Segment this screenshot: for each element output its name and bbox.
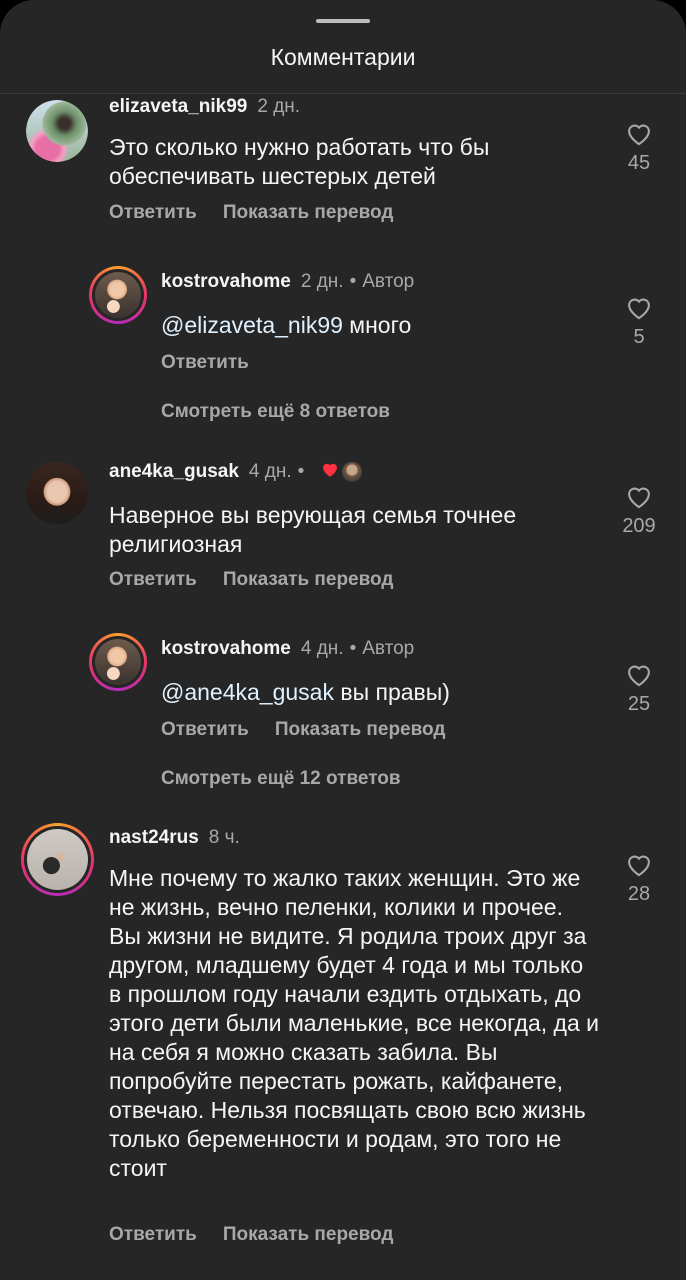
like-button[interactable]: 5 [619, 294, 659, 349]
translate-button[interactable]: Показать перевод [275, 719, 446, 740]
view-more-replies[interactable]: Смотреть ещё 8 ответов [161, 401, 390, 423]
view-more-replies[interactable]: Смотреть ещё 12 ответов [161, 768, 401, 790]
like-button[interactable]: 25 [619, 661, 659, 716]
translate-button[interactable]: Показать перевод [223, 569, 394, 590]
heart-filled-icon [320, 460, 340, 484]
heart-outline-icon [628, 855, 650, 877]
reply-button[interactable]: Ответить [109, 202, 197, 223]
heart-outline-icon [628, 665, 650, 687]
timestamp: 4 дн. [248, 461, 292, 483]
translate-button[interactable]: Показать перевод [223, 1224, 394, 1245]
username[interactable]: nast24rus [109, 827, 199, 848]
reply-button[interactable]: Ответить [161, 352, 249, 373]
heart-outline-icon [628, 124, 650, 146]
like-count: 209 [622, 515, 656, 537]
timestamp: 2 дн. [300, 271, 344, 292]
username[interactable]: kostrovahome [161, 271, 291, 292]
author-avatar-mini [341, 462, 362, 482]
translate-button[interactable]: Показать перевод [223, 202, 394, 223]
comment-text: @elizaveta_nik99 много [161, 311, 591, 340]
author-badge: Автор [362, 638, 415, 659]
avatar[interactable] [89, 633, 147, 691]
separator-dot: • [297, 461, 305, 483]
like-count: 28 [627, 883, 651, 905]
like-button[interactable]: 209 [619, 483, 659, 538]
username[interactable]: ane4ka_gusak [109, 461, 239, 482]
reply-button[interactable]: Ответить [109, 569, 197, 590]
like-count: 25 [627, 693, 651, 715]
timestamp: 4 дн. [300, 638, 344, 659]
timestamp: 8 ч. [208, 827, 240, 848]
username[interactable]: kostrovahome [161, 638, 291, 659]
reply-button[interactable]: Ответить [161, 719, 249, 740]
like-button[interactable]: 45 [619, 120, 659, 175]
username[interactable]: elizaveta_nik99 [109, 96, 247, 117]
comment-text: Мне почему то жалко таких женщин. Это же… [109, 865, 599, 1181]
comments-sheet: Комментарии elizaveta_nik99 2 дн. Это ско… [0, 0, 686, 1280]
reply-text: вы правы) [333, 679, 450, 705]
sheet-title: Комментарии [270, 44, 416, 70]
reply-button[interactable]: Ответить [109, 1224, 197, 1245]
mention-link[interactable]: @elizaveta_nik99 [161, 312, 343, 338]
author-badge: Автор [362, 271, 415, 292]
like-count: 45 [627, 152, 651, 174]
drag-handle[interactable] [316, 19, 370, 23]
comment-text: Это сколько нужно работать что бы обеспе… [109, 134, 490, 189]
avatar[interactable] [26, 462, 88, 524]
heart-outline-icon [628, 487, 650, 509]
timestamp: 2 дн. [257, 96, 301, 117]
separator-dot: • [349, 271, 357, 292]
comment-text: @ane4ka_gusak вы правы) [161, 678, 591, 707]
like-count: 5 [633, 326, 645, 348]
avatar[interactable] [21, 823, 94, 896]
comment-text: Наверное вы верующая семья точнее религи… [109, 502, 517, 557]
avatar[interactable] [89, 266, 147, 324]
like-button[interactable]: 28 [619, 851, 659, 906]
heart-outline-icon [628, 298, 650, 320]
header-divider [0, 93, 686, 94]
mention-link[interactable]: @ane4ka_gusak [161, 679, 334, 705]
separator-dot: • [349, 638, 357, 659]
reply-text: много [342, 312, 412, 338]
avatar[interactable] [26, 100, 88, 162]
